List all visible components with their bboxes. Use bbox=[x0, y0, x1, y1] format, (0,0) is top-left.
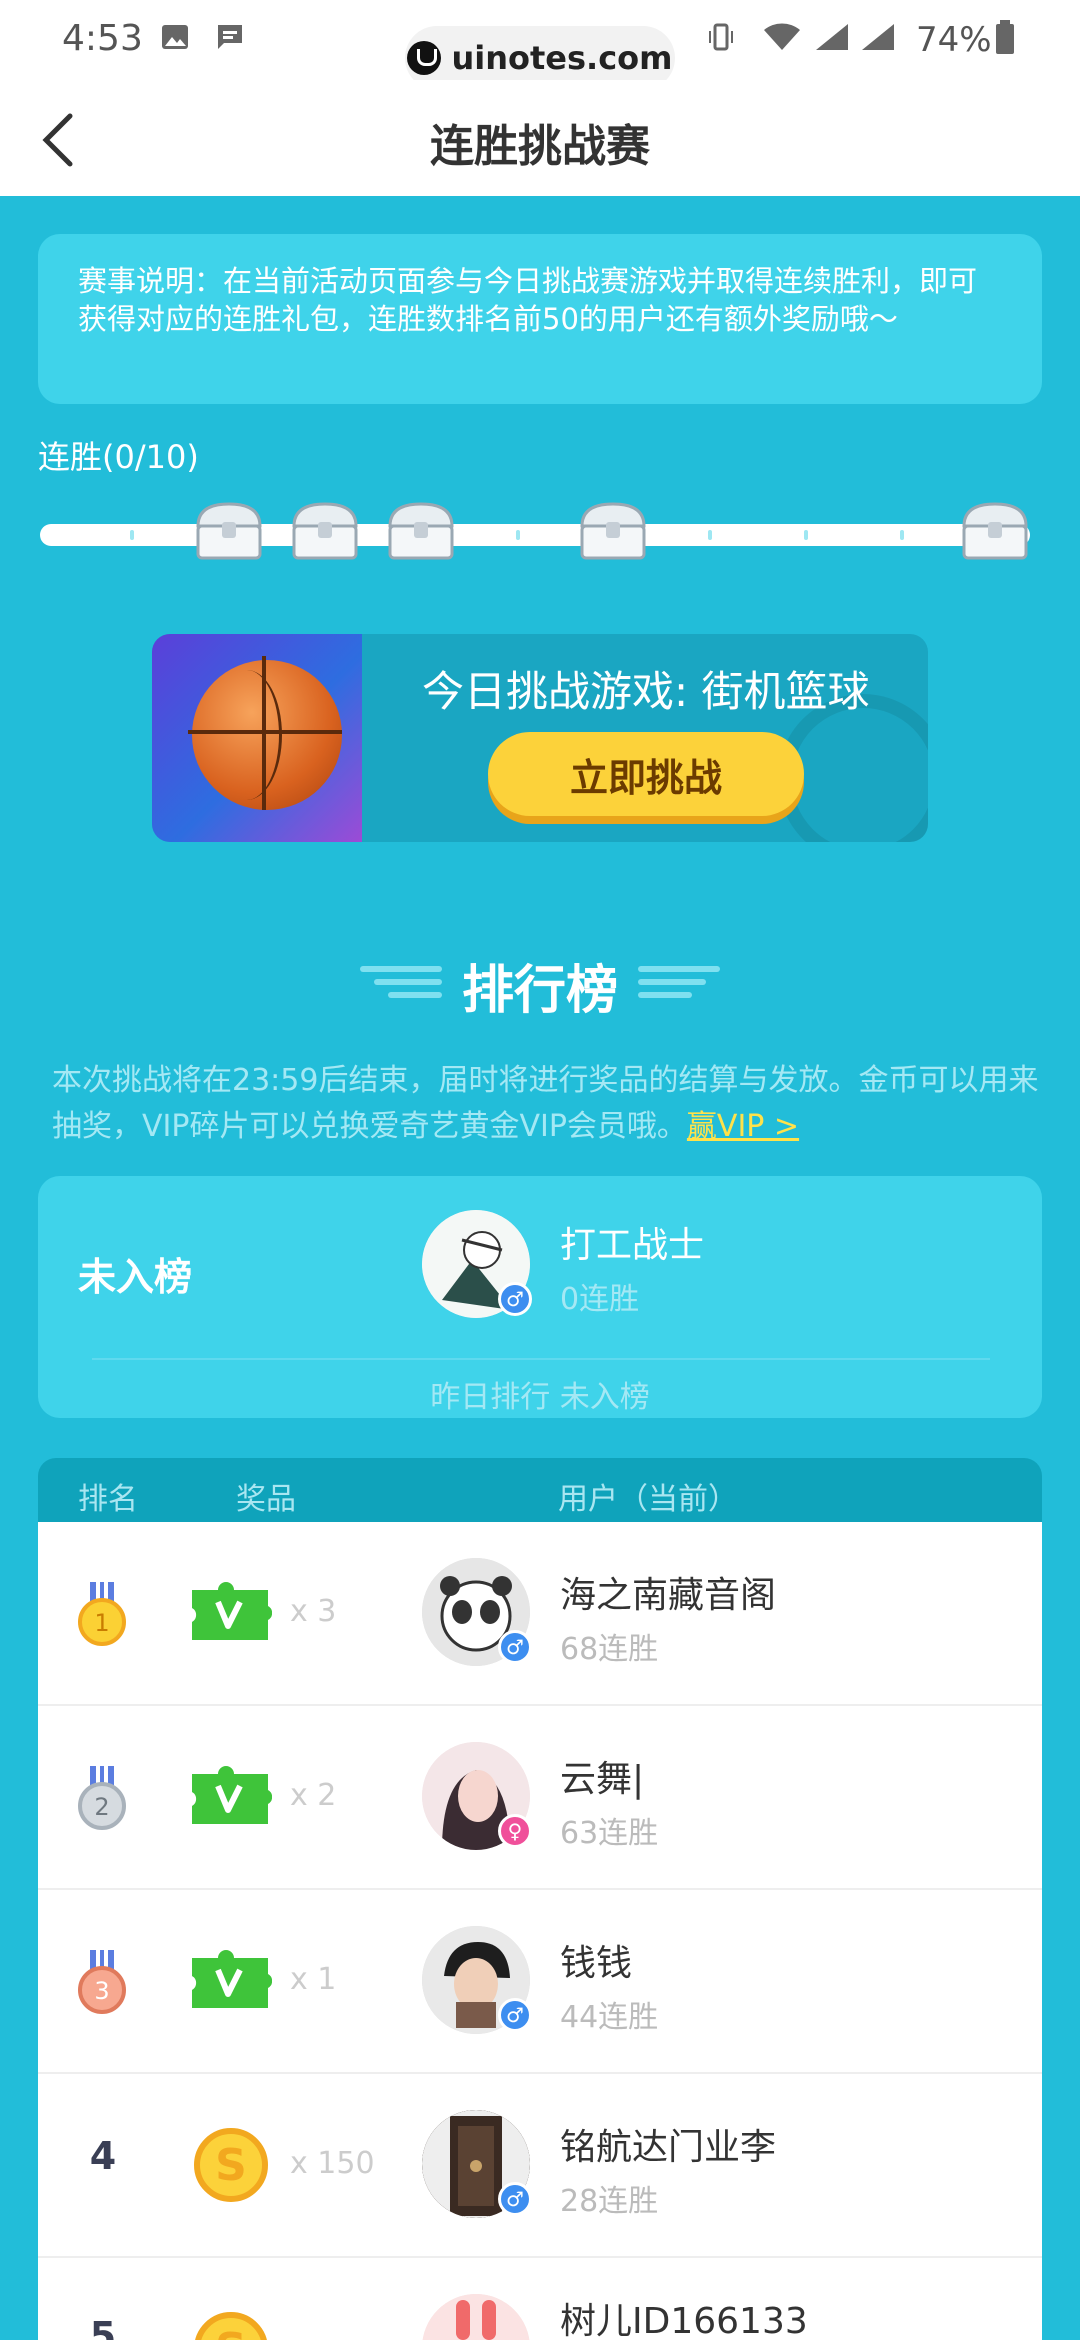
col-user-header: 用户（当前） bbox=[558, 1482, 738, 1517]
gold-medal-icon: 1 bbox=[78, 1582, 126, 1646]
divider bbox=[92, 1358, 990, 1360]
prize-quantity: x 3 bbox=[290, 1594, 337, 1629]
male-icon: ♂ bbox=[498, 1998, 532, 2032]
svg-text:1: 1 bbox=[94, 1609, 109, 1637]
basketball-game-thumbnail bbox=[152, 634, 362, 842]
male-icon: ♂ bbox=[498, 2182, 532, 2216]
notice-text: 本次挑战将在23:59后结束，届时将进行奖品的结算与发放。金币可以用来抽奖，VI… bbox=[52, 1063, 1039, 1144]
vip-fragment-puzzle-icon bbox=[192, 1582, 272, 1640]
status-bar: 4:53 uinotes.com 74% bbox=[0, 0, 1080, 90]
treasure-chest-icon[interactable] bbox=[288, 500, 362, 562]
prize-quantity: x 2 bbox=[290, 1778, 337, 1813]
leaderboard-notice: 本次挑战将在23:59后结束，届时将进行奖品的结算与发放。金币可以用来抽奖，VI… bbox=[52, 1058, 1042, 1150]
signal-icon bbox=[816, 24, 848, 50]
vibrate-icon bbox=[709, 23, 733, 51]
svg-text:3: 3 bbox=[94, 1977, 109, 2005]
prize-quantity: x 150 bbox=[290, 2146, 375, 2181]
vip-fragment-puzzle-icon bbox=[192, 1950, 272, 2008]
win-vip-link[interactable]: 赢VIP > bbox=[687, 1109, 799, 1144]
progress-tick bbox=[708, 530, 712, 540]
signal-icon-2 bbox=[862, 24, 894, 50]
table-row[interactable]: 5 S 树儿ID166133 bbox=[38, 2258, 1042, 2340]
row-username: 云舞| bbox=[560, 1759, 645, 1800]
my-rank-status: 未入榜 bbox=[78, 1255, 193, 1299]
table-row[interactable]: 4 S x 150 ♂ 铭航达门业李 28连胜 bbox=[38, 2074, 1042, 2258]
row-streak: 63连胜 bbox=[560, 1816, 659, 1851]
wifi-icon bbox=[764, 23, 800, 50]
progress-tick bbox=[516, 530, 520, 540]
battery-icon bbox=[996, 20, 1014, 54]
progress-tick bbox=[900, 530, 904, 540]
male-icon: ♂ bbox=[498, 1630, 532, 1664]
today-game-card[interactable]: 今日挑战游戏: 街机篮球 立即挑战 bbox=[152, 634, 928, 842]
streak-progress-track bbox=[40, 524, 1030, 546]
yesterday-rank: 昨日排行 未入榜 bbox=[430, 1380, 650, 1415]
svg-text:2: 2 bbox=[94, 1793, 109, 1821]
row-username: 钱钱 bbox=[560, 1943, 633, 1984]
row-streak: 68连胜 bbox=[560, 1632, 659, 1667]
row-streak: 28连胜 bbox=[560, 2184, 659, 2219]
table-row[interactable]: 1 x 3 ♂ 海之南藏音阁 68连胜 bbox=[38, 1522, 1042, 1706]
message-icon bbox=[218, 25, 242, 49]
col-prize-header: 奖品 bbox=[236, 1482, 296, 1517]
streak-progress-label: 连胜(0/10) bbox=[38, 438, 199, 476]
my-streak: 0连胜 bbox=[560, 1282, 640, 1317]
gallery-icon bbox=[162, 25, 188, 49]
row-username: 树儿ID166133 bbox=[560, 2301, 808, 2340]
rank-number: 4 bbox=[89, 2134, 117, 2178]
leaderboard-table-header: 排名 奖品 用户（当前） bbox=[38, 1458, 1042, 1524]
row-username: 铭航达门业李 bbox=[560, 2127, 777, 2168]
row-username: 海之南藏音阁 bbox=[560, 1575, 777, 1616]
rank-number: 5 bbox=[89, 2314, 117, 2340]
basketball-icon bbox=[188, 656, 342, 810]
row-streak: 44连胜 bbox=[560, 2000, 659, 2035]
game-title: 今日挑战游戏: 街机篮球 bbox=[422, 667, 870, 716]
table-row[interactable]: 2 x 2 ♀ 云舞| 63连胜 bbox=[38, 1706, 1042, 1890]
progress-tick bbox=[130, 530, 134, 540]
male-icon: ♂ bbox=[498, 1282, 532, 1316]
heading-stripes-right bbox=[638, 966, 720, 998]
battery-text: 74% bbox=[916, 20, 992, 60]
avatar[interactable] bbox=[422, 2294, 530, 2340]
my-rank-card: 未入榜 ♂ 打工战士 0连胜 昨日排行 未入榜 bbox=[38, 1176, 1042, 1418]
app-header: 连胜挑战赛 bbox=[0, 80, 1080, 196]
treasure-chest-icon[interactable] bbox=[192, 500, 266, 562]
prize-quantity: x 1 bbox=[290, 1962, 337, 1997]
table-row[interactable]: 3 x 1 ♂ 钱钱 44连胜 bbox=[38, 1890, 1042, 2074]
bronze-medal-icon: 3 bbox=[78, 1950, 126, 2014]
vip-fragment-puzzle-icon bbox=[192, 1766, 272, 1824]
treasure-chest-icon[interactable] bbox=[384, 500, 458, 562]
col-rank-header: 排名 bbox=[78, 1482, 138, 1517]
female-icon: ♀ bbox=[498, 1814, 532, 1848]
treasure-chest-icon[interactable] bbox=[576, 500, 650, 562]
gold-coin-icon: S bbox=[194, 2312, 268, 2340]
page-title: 连胜挑战赛 bbox=[430, 121, 650, 172]
challenge-now-button[interactable]: 立即挑战 bbox=[488, 732, 804, 816]
url-text: uinotes.com bbox=[451, 39, 673, 77]
my-username: 打工战士 bbox=[560, 1225, 705, 1266]
site-logo-icon bbox=[407, 41, 442, 75]
status-time: 4:53 bbox=[62, 18, 143, 59]
leaderboard-title: 排行榜 bbox=[461, 961, 618, 1021]
leaderboard-table: 1 x 3 ♂ 海之南藏音阁 68连胜 2 x 2 ♀ 云舞| 63连胜 3 x… bbox=[38, 1522, 1042, 2340]
gold-coin-icon: S bbox=[194, 2128, 268, 2202]
progress-tick bbox=[804, 530, 808, 540]
silver-medal-icon: 2 bbox=[78, 1766, 126, 1830]
treasure-chest-icon[interactable] bbox=[958, 500, 1032, 562]
bunny-avatar-illustration bbox=[422, 2294, 530, 2340]
rules-description: 赛事说明：在当前活动页面参与今日挑战赛游戏并取得连续胜利，即可获得对应的连胜礼包… bbox=[38, 234, 1042, 404]
